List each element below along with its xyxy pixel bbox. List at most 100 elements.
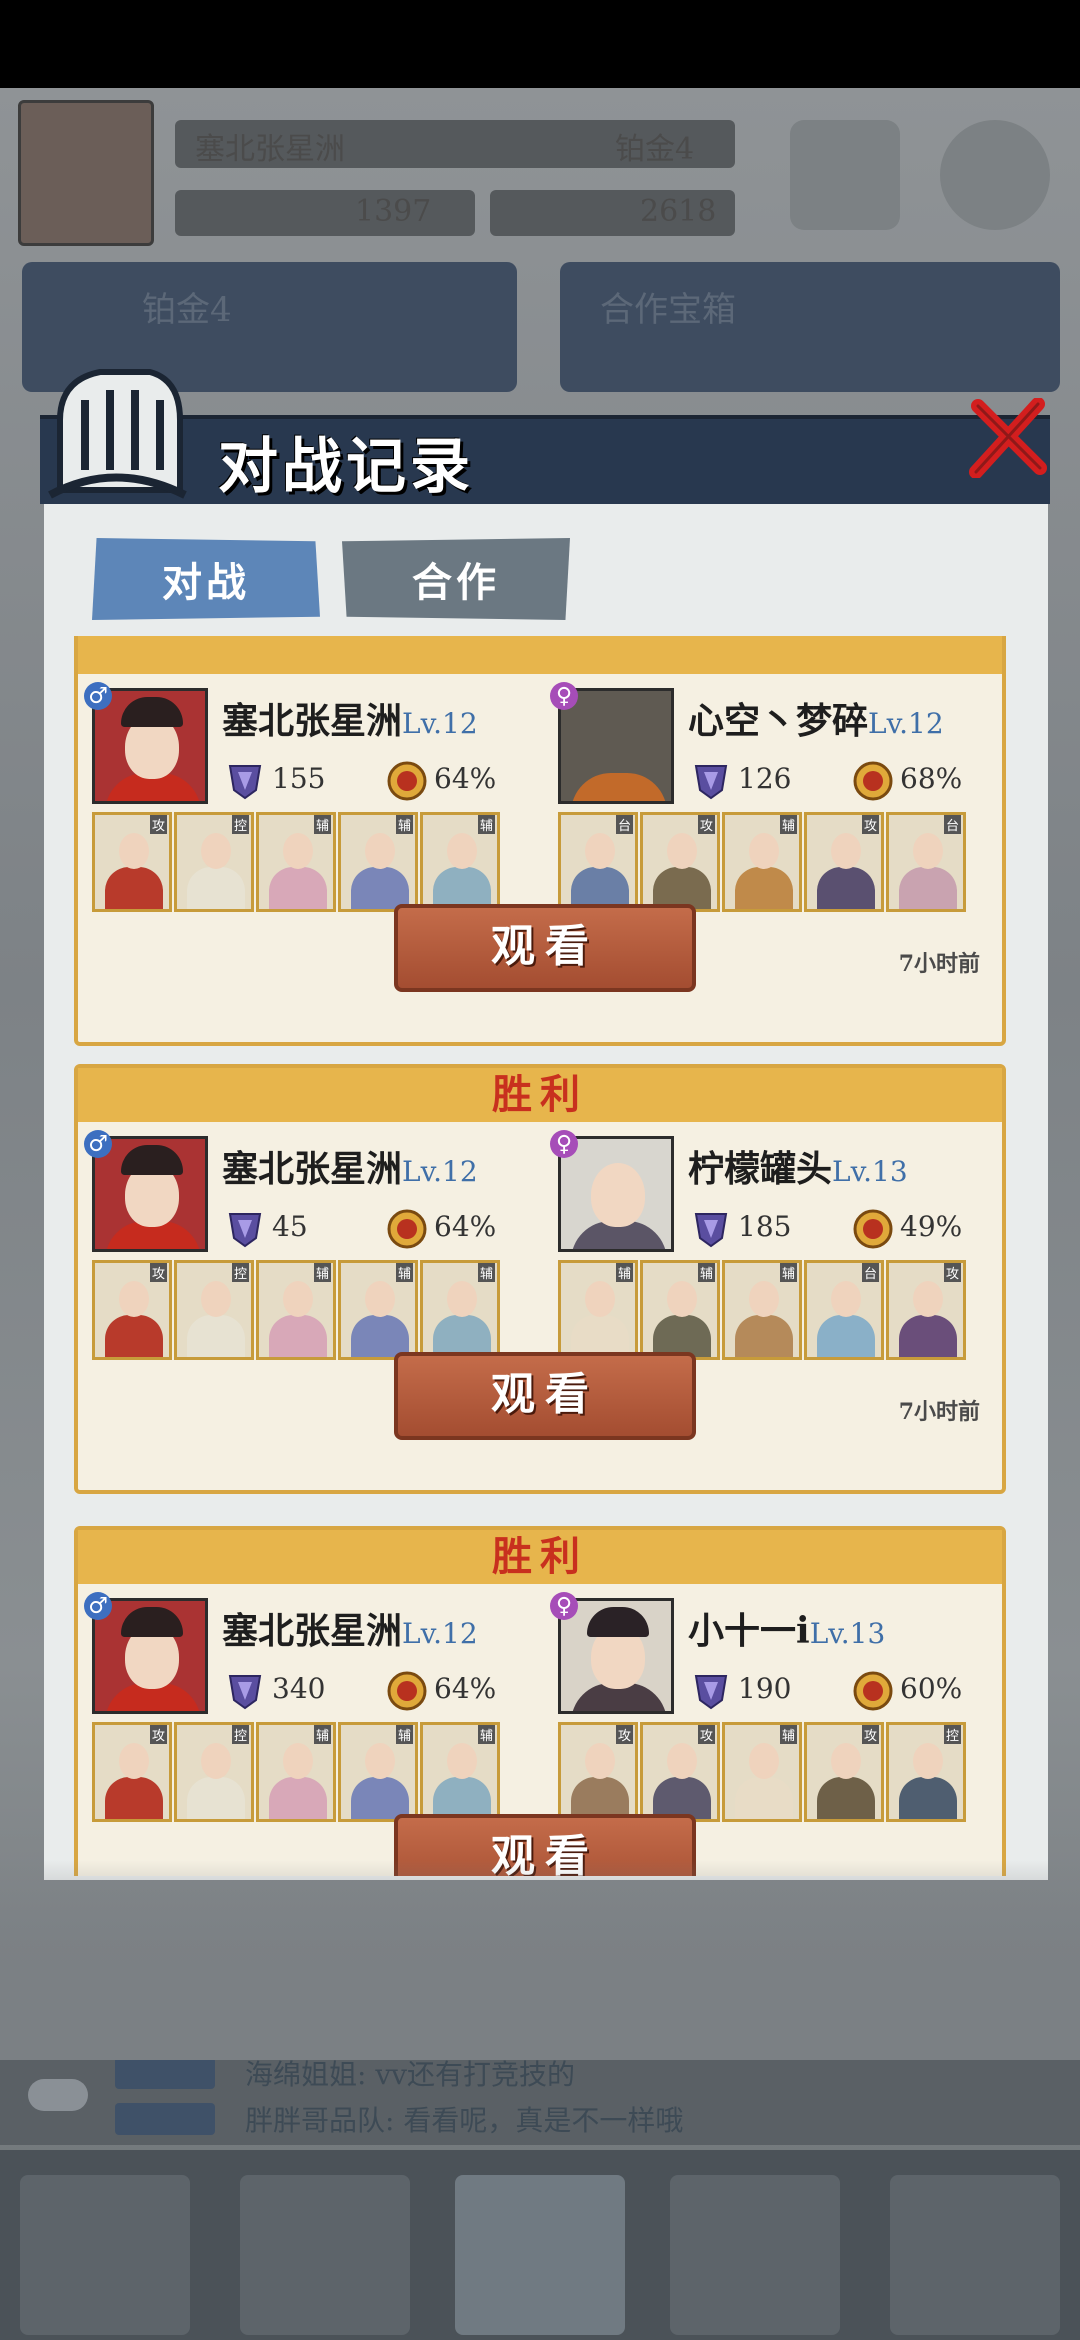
player-name-text: 塞北张星洲 [222,1148,403,1190]
winrate-medal-icon [853,1671,893,1711]
power-value: 340 [272,1672,326,1705]
dialog-title: 对战记录 [218,432,474,502]
winrate-value: 49% [900,1210,963,1243]
player-level: Lv.13 [832,1155,908,1188]
hero-role-badge: 台 [615,815,633,834]
hero-portrait[interactable]: 辅 [338,1260,418,1360]
hero-portrait[interactable]: 台 [886,812,966,912]
player-name-text: 小十一i [688,1610,810,1652]
female-icon: ♀ [550,682,578,710]
hero-portrait[interactable]: 攻 [640,1722,720,1822]
avatar[interactable] [92,1136,208,1252]
fist-emblem-icon [48,369,187,499]
hero-portrait[interactable]: 控 [174,812,254,912]
nav-arena[interactable] [455,2175,625,2335]
male-icon: ♂ [84,682,112,710]
hero-portrait[interactable]: 辅 [256,1260,336,1360]
nav-guild[interactable] [890,2175,1060,2335]
hero-role-badge: 攻 [615,1725,633,1744]
nav-heroes[interactable] [240,2175,410,2335]
hero-portrait[interactable]: 攻 [92,1260,172,1360]
hero-portrait[interactable]: 台 [804,1260,884,1360]
hero-portrait[interactable]: 辅 [338,812,418,912]
hero-role-badge: 辅 [313,815,331,834]
hero-portrait[interactable]: 辅 [640,1260,720,1360]
hero-role-badge: 攻 [697,1725,715,1744]
hero-portrait[interactable]: 辅 [256,1722,336,1822]
currency-bar-2: 2618 [490,190,735,236]
power-value: 190 [738,1672,792,1705]
winrate-medal-icon [853,761,893,801]
watch-button[interactable]: 观看 [394,904,696,992]
hero-role-badge: 攻 [861,815,879,834]
hero-team: 台攻辅攻台 [558,812,968,912]
hero-portrait[interactable]: 攻 [640,812,720,912]
hero-portrait[interactable]: 辅 [722,1260,802,1360]
hero-portrait[interactable]: 辅 [558,1260,638,1360]
player-left: ♂ 塞北张星洲Lv.12 155 64% 攻 控 辅 辅 辅 [84,682,524,918]
hero-role-badge: 台 [943,815,961,834]
avatar[interactable] [558,1598,674,1714]
winrate-value: 64% [434,1210,497,1243]
player-name-text: 塞北张星洲 [222,1610,403,1652]
hero-role-badge: 辅 [477,1263,495,1282]
player-name: 塞北张星洲 [195,132,345,167]
player-name: 小十一iLv.13 [688,1602,885,1654]
battle-record-list[interactable]: ♂ 塞北张星洲Lv.12 155 64% 攻控辅辅辅 ♀ 心空丶梦碎Lv.12 … [66,636,1016,1876]
hero-role-badge: 辅 [697,1263,715,1282]
player-avatar[interactable] [18,100,154,246]
settings-gear-icon[interactable] [940,120,1050,230]
player-level: Lv.12 [402,1155,478,1188]
result-banner: 胜利 [78,1530,1002,1584]
watch-button[interactable]: 观看 [394,1352,696,1440]
hero-role-badge: 攻 [149,1725,167,1744]
player-name-text: 心空丶梦碎 [688,700,869,742]
hero-portrait[interactable]: 辅 [338,1722,418,1822]
avatar[interactable] [558,688,674,804]
hero-portrait[interactable]: 辅 [722,812,802,912]
player-left: ♂ 塞北张星洲Lv.12 45 64% 攻 控 辅 辅 辅 [84,1130,524,1366]
tab-battle[interactable]: 对战 [92,538,320,620]
dialog-header [40,415,1050,504]
chat-bar[interactable]: 海绵姐姐: vv还有打竞技的 胖胖哥品队: 看看呢，真是不一样哦 [0,2045,1080,2145]
coop-chest-panel[interactable]: 合作宝箱 [560,262,1060,392]
hero-role-badge: 辅 [313,1725,331,1744]
hero-portrait[interactable]: 攻 [92,1722,172,1822]
rank-panel-label: 铂金4 [142,290,232,330]
currency-bar-1: 1397 [175,190,475,236]
hero-portrait[interactable]: 控 [886,1722,966,1822]
hero-portrait[interactable]: 攻 [92,812,172,912]
hero-portrait[interactable]: 辅 [722,1722,802,1822]
player-level: Lv.13 [809,1617,886,1650]
close-icon[interactable] [968,398,1048,478]
hero-role-badge: 控 [943,1725,961,1744]
hero-portrait[interactable]: 辅 [420,1722,500,1822]
avatar[interactable] [558,1136,674,1252]
hero-role-badge: 辅 [395,1725,413,1744]
nav-challenge[interactable] [20,2175,190,2335]
avatar[interactable] [92,1598,208,1714]
hero-portrait[interactable]: 攻 [804,1722,884,1822]
hero-team: 攻控辅辅辅 [92,1722,502,1822]
hero-portrait[interactable]: 攻 [804,812,884,912]
currency-value: 2618 [640,194,717,229]
tab-coop[interactable]: 合作 [342,538,570,620]
hero-portrait[interactable]: 攻 [886,1260,966,1360]
hero-team: 辅辅辅台攻 [558,1260,968,1360]
hero-role-badge: 辅 [395,1263,413,1282]
hero-portrait[interactable]: 控 [174,1722,254,1822]
hero-portrait[interactable]: 控 [174,1260,254,1360]
rank-label: 铂金4 [615,132,695,167]
hero-portrait[interactable]: 攻 [558,1722,638,1822]
power-value: 155 [272,762,326,795]
hero-portrait[interactable]: 台 [558,812,638,912]
chat-icon[interactable] [28,2079,88,2111]
hero-portrait[interactable]: 辅 [256,812,336,912]
hero-portrait[interactable]: 辅 [420,812,500,912]
hero-portrait[interactable]: 辅 [420,1260,500,1360]
nav-jianghu[interactable] [670,2175,840,2335]
avatar[interactable] [92,688,208,804]
cards-icon[interactable] [790,120,900,230]
male-icon: ♂ [84,1130,112,1158]
player-right: ♀ 小十一iLv.13 190 60% 攻 攻 辅 攻 控 [550,1592,990,1828]
